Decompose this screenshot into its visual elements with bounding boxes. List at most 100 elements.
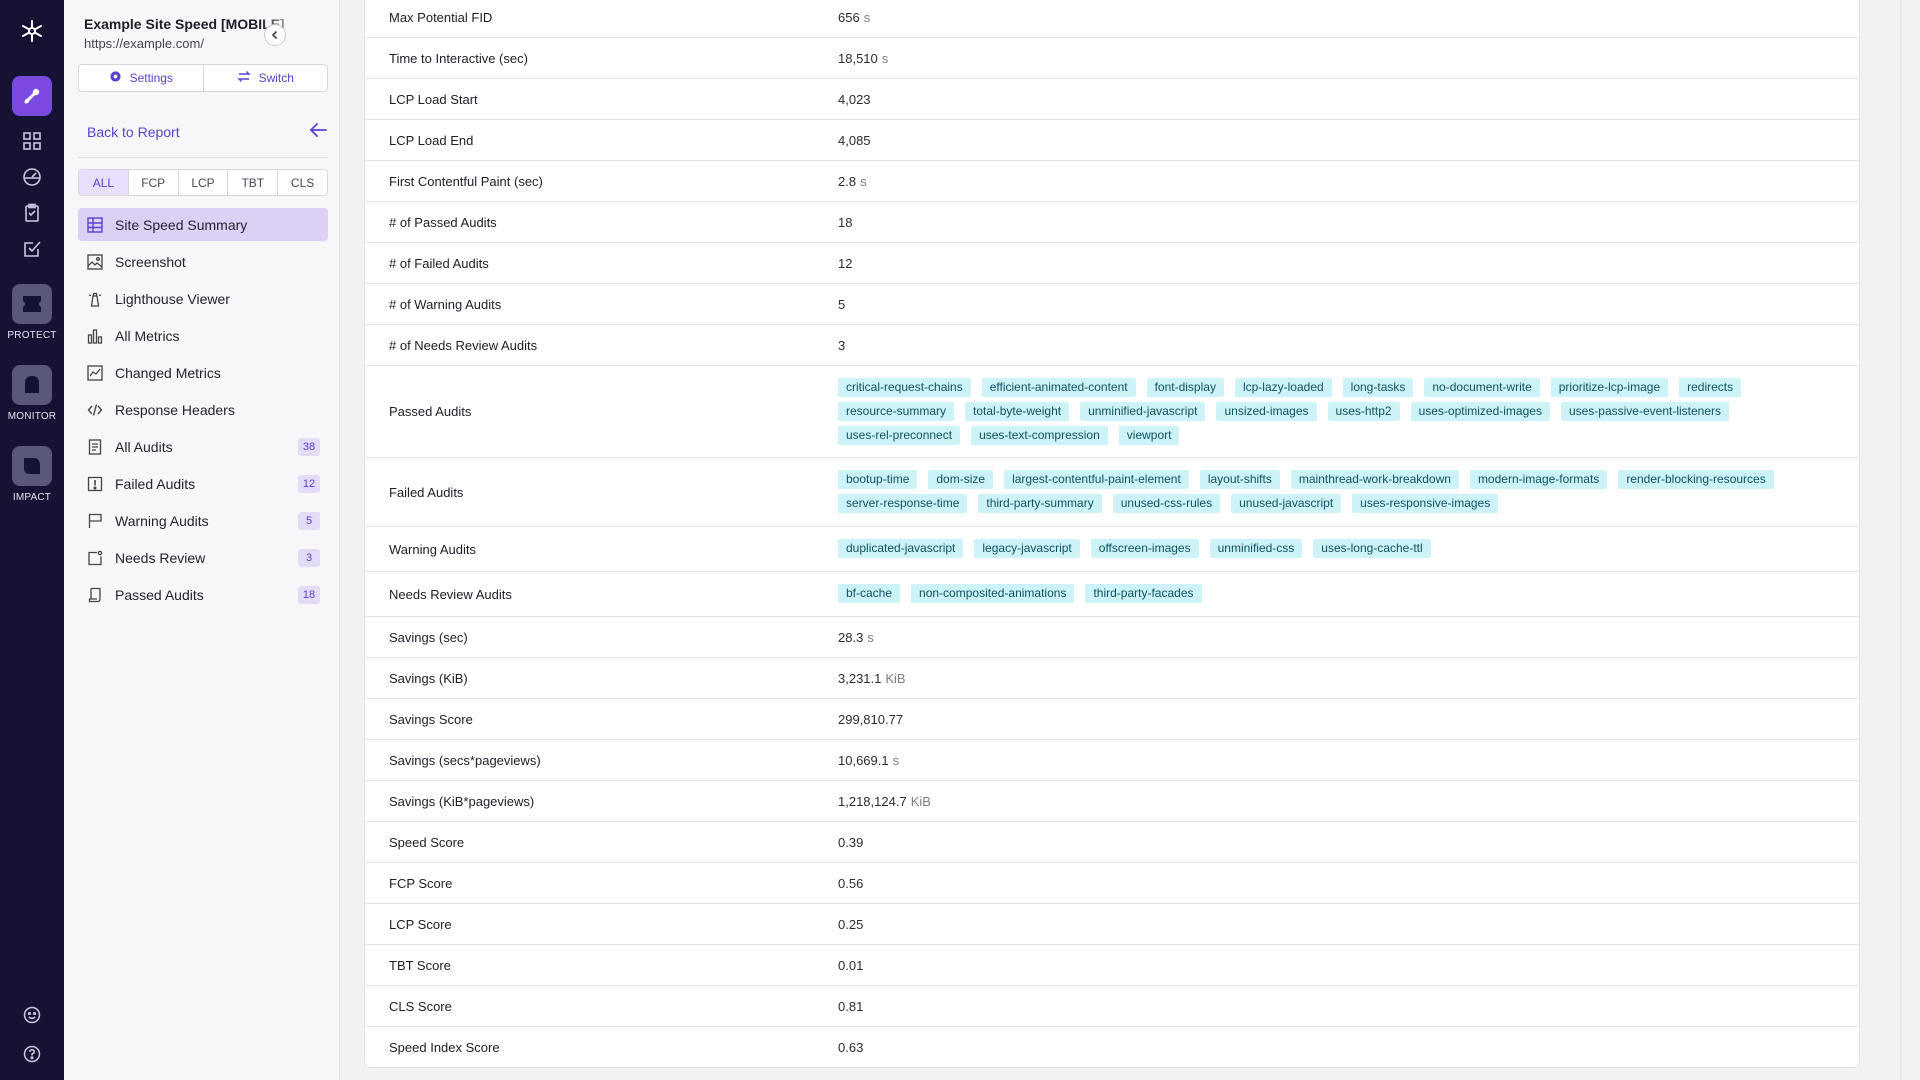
count-badge: 5 [298, 512, 320, 530]
checklist-icon[interactable] [21, 238, 43, 260]
audit-tag[interactable]: uses-long-cache-ttl [1313, 539, 1431, 558]
brand-logo-icon[interactable] [18, 18, 46, 46]
sidebar-item-label: All Metrics [115, 327, 180, 344]
metric-label: Savings (KiB) [389, 670, 468, 686]
table-row: LCP Score 0.25 [365, 904, 1859, 945]
scrollbar[interactable] [1900, 0, 1920, 1080]
help-icon[interactable] [23, 1045, 41, 1066]
audit-tag[interactable]: mainthread-work-breakdown [1290, 470, 1459, 489]
metric-value: 0.39 [838, 835, 1859, 850]
metric-filter-tabs: ALL FCP LCP TBT CLS [78, 169, 328, 196]
audit-tag[interactable]: unused-javascript [1231, 494, 1342, 513]
audit-tag[interactable]: uses-responsive-images [1352, 494, 1499, 513]
switch-arrows-icon [236, 70, 251, 86]
audit-tag[interactable]: total-byte-weight [965, 401, 1070, 421]
sidebar-item-screenshot[interactable]: Screenshot [78, 245, 328, 278]
audit-tag[interactable]: legacy-javascript [974, 539, 1080, 558]
needs-review-audit-tags: bf-cache non-composited-animations third… [838, 582, 1859, 606]
audit-tag[interactable]: viewport [1118, 425, 1180, 445]
collapse-sidebar-button[interactable] [264, 24, 286, 46]
audit-tag[interactable]: efficient-animated-content [981, 377, 1136, 397]
audit-tag[interactable]: unused-css-rules [1112, 494, 1221, 513]
audit-tag[interactable]: uses-rel-preconnect [838, 425, 961, 445]
dashboard-icon[interactable] [21, 130, 43, 152]
audit-tag[interactable]: lcp-lazy-loaded [1234, 377, 1332, 397]
audit-tag[interactable]: third-party-facades [1085, 584, 1202, 603]
audit-tag[interactable]: resource-summary [838, 401, 955, 421]
site-speed-app-icon[interactable] [12, 76, 52, 116]
monitor-section[interactable]: MONITOR [0, 365, 64, 422]
line-chart-icon [86, 364, 104, 382]
audit-tag[interactable]: critical-request-chains [838, 377, 971, 397]
audit-tag[interactable]: bf-cache [838, 584, 901, 603]
metric-value: 0.01 [838, 958, 1859, 973]
audit-tag[interactable]: dom-size [928, 470, 994, 489]
chevron-left-icon [270, 28, 280, 43]
audit-tag[interactable]: long-tasks [1342, 377, 1414, 397]
audit-tag[interactable]: uses-http2 [1327, 401, 1400, 421]
table-row: Speed Score 0.39 [365, 822, 1859, 863]
sidebar-item-failed-audits[interactable]: Failed Audits 12 [78, 467, 328, 500]
audit-tag[interactable]: modern-image-formats [1469, 470, 1608, 489]
audit-tag[interactable]: no-document-write [1424, 377, 1540, 397]
audit-tag[interactable]: bootup-time [838, 470, 918, 489]
audit-tag[interactable]: uses-passive-event-listeners [1560, 401, 1730, 421]
sidebar-actions: Settings Switch [78, 64, 328, 92]
sidebar-item-label: Warning Audits [115, 512, 209, 529]
gauge-icon[interactable] [21, 166, 43, 188]
audit-tag[interactable]: third-party-summary [978, 494, 1102, 513]
audit-tag[interactable]: uses-text-compression [971, 425, 1108, 445]
audit-tag[interactable]: duplicated-javascript [838, 539, 964, 558]
filter-tbt[interactable]: TBT [227, 170, 277, 195]
impact-section[interactable]: IMPACT [0, 446, 64, 503]
settings-button[interactable]: Settings [79, 65, 203, 91]
sidebar-item-label: Site Speed Summary [115, 216, 248, 233]
back-to-report-link[interactable]: Back to Report [87, 122, 327, 141]
audit-tag[interactable]: uses-optimized-images [1410, 401, 1550, 421]
value-text: 0.56 [838, 875, 864, 891]
audit-tag[interactable]: prioritize-lcp-image [1550, 377, 1669, 397]
audit-tag[interactable]: largest-contentful-paint-element [1004, 470, 1189, 489]
sidebar-item-all-audits[interactable]: All Audits 38 [78, 430, 328, 463]
switch-button[interactable]: Switch [202, 65, 328, 91]
sidebar-item-changed-metrics[interactable]: Changed Metrics [78, 356, 328, 389]
sidebar-item-warning-audits[interactable]: Warning Audits 5 [78, 504, 328, 537]
filter-fcp[interactable]: FCP [127, 170, 178, 195]
value-text: 0.01 [838, 957, 864, 973]
audit-tag[interactable]: font-display [1146, 377, 1224, 397]
sidebar-item-site-speed-summary[interactable]: Site Speed Summary [78, 208, 328, 241]
audit-tag[interactable]: unminified-css [1209, 539, 1303, 558]
value-text: 299,810.77 [838, 711, 904, 727]
filter-lcp[interactable]: LCP [177, 170, 228, 195]
divider [78, 157, 328, 158]
audit-tag[interactable]: redirects [1679, 377, 1742, 397]
clipboard-icon[interactable] [21, 202, 43, 224]
metric-value: 1,218,124.7 KiB [838, 794, 1859, 809]
audit-tag[interactable]: unsized-images [1216, 401, 1317, 421]
sidebar-item-lighthouse-viewer[interactable]: Lighthouse Viewer [78, 282, 328, 315]
feedback-smiley-icon[interactable] [23, 1006, 41, 1027]
protect-section[interactable]: PROTECT [0, 284, 64, 341]
protect-icon [12, 284, 52, 324]
audit-tag[interactable]: offscreen-images [1090, 539, 1199, 558]
filter-all[interactable]: ALL [79, 170, 128, 195]
review-icon [86, 549, 104, 567]
sidebar-item-all-metrics[interactable]: All Metrics [78, 319, 328, 352]
audit-tag[interactable]: unminified-javascript [1080, 401, 1206, 421]
audit-tag[interactable]: server-response-time [838, 494, 968, 513]
audit-tag[interactable]: layout-shifts [1199, 470, 1280, 489]
metric-label: TBT Score [389, 957, 451, 973]
sidebar-item-passed-audits[interactable]: Passed Audits 18 [78, 578, 328, 611]
audit-tag[interactable]: non-composited-animations [911, 584, 1075, 603]
filter-cls[interactable]: CLS [277, 170, 327, 195]
sidebar-item-needs-review[interactable]: Needs Review 3 [78, 541, 328, 574]
audit-tag[interactable]: render-blocking-resources [1618, 470, 1774, 489]
flag-icon [86, 512, 104, 530]
value-unit: KiB [885, 670, 906, 686]
value-unit: s [867, 629, 874, 645]
value-text: 4,085 [838, 132, 871, 148]
table-row: Time to Interactive (sec) 18,510 s [365, 38, 1859, 79]
table-row: TBT Score 0.01 [365, 945, 1859, 986]
sidebar-item-response-headers[interactable]: Response Headers [78, 393, 328, 426]
sidebar-item-label: Screenshot [115, 253, 186, 270]
